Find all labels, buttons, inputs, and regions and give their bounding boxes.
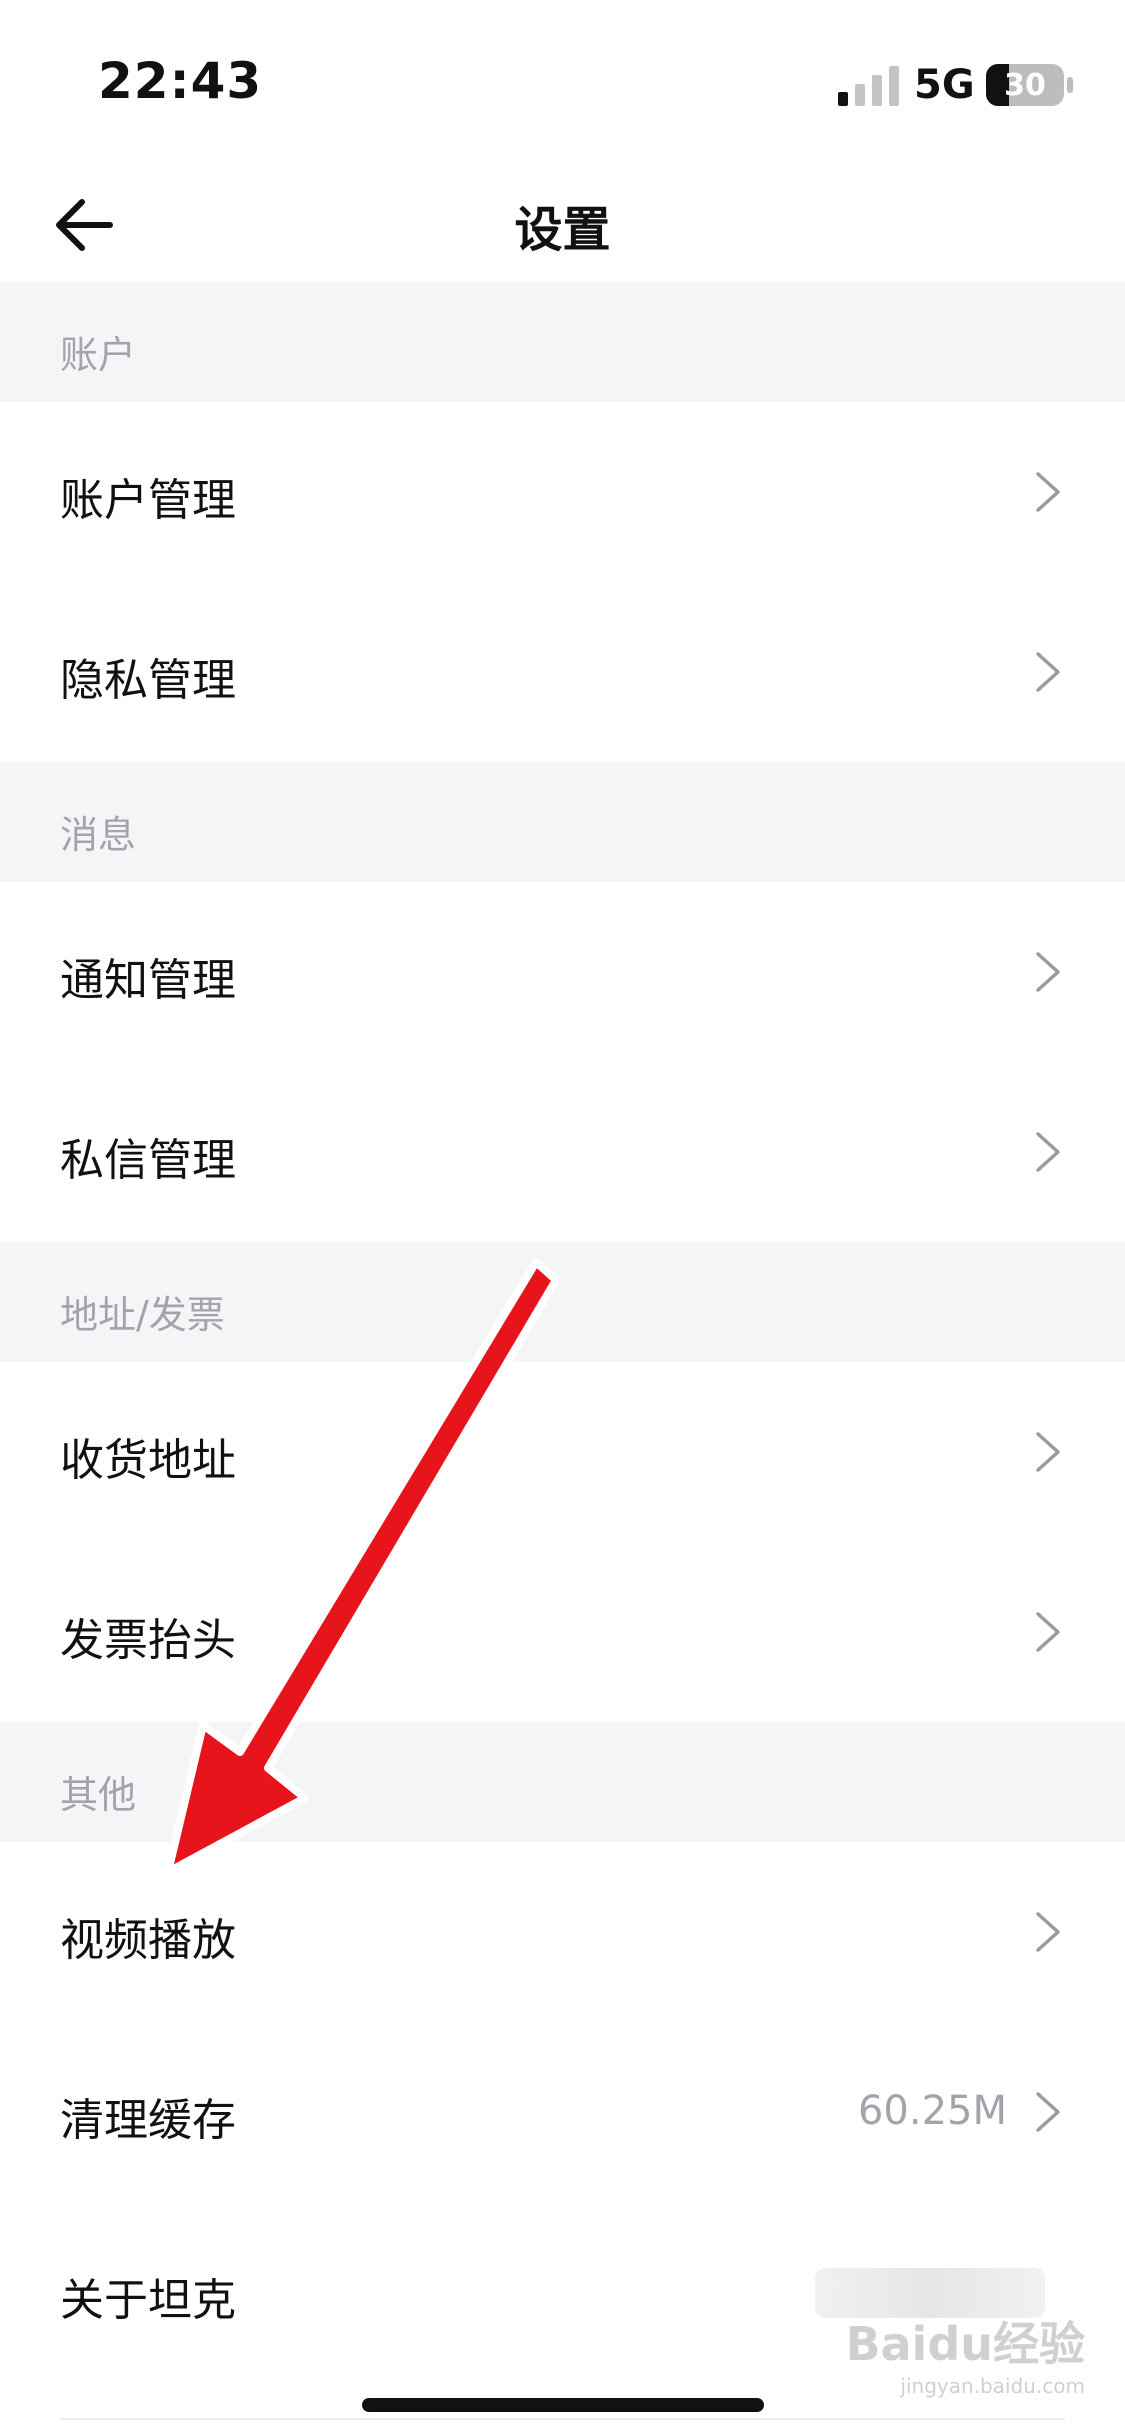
settings-row-privacy-management[interactable]: 隐私管理 bbox=[0, 582, 1125, 762]
signal-strength-icon bbox=[838, 66, 899, 106]
watermark-text: Baidu经验 bbox=[845, 2317, 1085, 2371]
row-label: 发票抬头 bbox=[60, 1615, 236, 1666]
chevron-right-icon bbox=[1036, 952, 1060, 992]
chevron-right-icon bbox=[1036, 1912, 1060, 1952]
row-label: 账户管理 bbox=[60, 475, 236, 526]
baidu-watermark: Baidu经验 jingyan.baidu.com bbox=[845, 2308, 1085, 2398]
row-label: 通知管理 bbox=[60, 955, 236, 1006]
battery-level: 30 bbox=[1004, 68, 1046, 103]
chevron-right-icon bbox=[1036, 1432, 1060, 1472]
row-label: 关于坦克 bbox=[60, 2275, 236, 2326]
row-label: 清理缓存 bbox=[60, 2095, 236, 2146]
chevron-right-icon bbox=[1036, 1612, 1060, 1652]
status-bar: 22:43 5G 30 bbox=[0, 0, 1125, 170]
section-header-label: 消息 bbox=[60, 813, 137, 857]
row-label: 隐私管理 bbox=[60, 655, 236, 706]
section-header-account: 账户 bbox=[0, 282, 1125, 402]
battery-cap bbox=[1067, 77, 1073, 93]
page-title: 设置 bbox=[514, 202, 611, 258]
watermark-subtext: jingyan.baidu.com bbox=[900, 2374, 1085, 2398]
chevron-right-icon bbox=[1036, 472, 1060, 512]
row-label: 私信管理 bbox=[60, 1135, 236, 1186]
divider bbox=[60, 2418, 1065, 2420]
settings-row-notification-management[interactable]: 通知管理 bbox=[0, 882, 1125, 1062]
status-time: 22:43 bbox=[98, 52, 263, 110]
home-indicator bbox=[362, 2398, 764, 2412]
chevron-right-icon bbox=[1036, 652, 1060, 692]
chevron-right-icon bbox=[1036, 2092, 1060, 2132]
chevron-right-icon bbox=[1036, 1132, 1060, 1172]
cache-size-value: 60.25M bbox=[857, 2088, 1007, 2134]
row-label: 收货地址 bbox=[60, 1435, 236, 1486]
section-header-other: 其他 bbox=[0, 1722, 1125, 1842]
network-type: 5G bbox=[914, 62, 975, 108]
settings-row-clear-cache[interactable]: 清理缓存 60.25M bbox=[0, 2022, 1125, 2202]
settings-row-account-management[interactable]: 账户管理 bbox=[0, 402, 1125, 582]
settings-row-dm-management[interactable]: 私信管理 bbox=[0, 1062, 1125, 1242]
section-header-label: 地址/发票 bbox=[60, 1293, 225, 1337]
settings-row-invoice-title[interactable]: 发票抬头 bbox=[0, 1542, 1125, 1722]
section-header-label: 账户 bbox=[60, 333, 137, 377]
section-header-label: 其他 bbox=[60, 1773, 137, 1817]
settings-row-shipping-address[interactable]: 收货地址 bbox=[0, 1362, 1125, 1542]
settings-row-video-playback[interactable]: 视频播放 bbox=[0, 1842, 1125, 2022]
row-label: 视频播放 bbox=[60, 1915, 236, 1966]
section-header-messages: 消息 bbox=[0, 762, 1125, 882]
nav-bar: 设置 bbox=[0, 170, 1125, 282]
section-header-address-invoice: 地址/发票 bbox=[0, 1242, 1125, 1362]
battery-icon: 30 bbox=[986, 64, 1064, 106]
